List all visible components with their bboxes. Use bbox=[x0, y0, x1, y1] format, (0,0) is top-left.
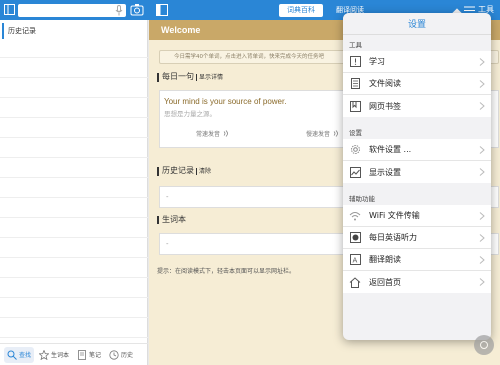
tab-notes-label: 笔记 bbox=[89, 352, 102, 359]
tools-list: 学习 文件阅读 网页书签 bbox=[343, 51, 491, 117]
menu-item-bookmarks[interactable]: 网页书签 bbox=[343, 95, 491, 117]
listening-icon bbox=[349, 232, 361, 244]
chevron-right-icon bbox=[479, 168, 485, 176]
clock-icon bbox=[109, 349, 119, 360]
section-header-tools: 工具 bbox=[349, 41, 362, 49]
quote-chinese: 思想是力量之源。 bbox=[164, 110, 216, 118]
menu-item-study[interactable]: 学习 bbox=[343, 51, 491, 73]
tab-history[interactable]: 历史 bbox=[106, 347, 136, 363]
display-icon bbox=[349, 166, 361, 178]
show-details-link[interactable]: 显示详情 bbox=[196, 74, 224, 81]
note-icon bbox=[78, 349, 86, 360]
sidebar-toggle-icon[interactable] bbox=[156, 4, 168, 16]
history-section-title: 历史记录 bbox=[162, 166, 194, 175]
star-icon bbox=[39, 349, 50, 360]
history-heading: 历史记录 bbox=[2, 23, 147, 39]
gear-icon bbox=[349, 144, 361, 156]
chevron-right-icon bbox=[479, 256, 485, 264]
menu-item-label: 软件设置 ... bbox=[369, 145, 412, 154]
home-icon bbox=[349, 276, 361, 288]
search-icon bbox=[7, 350, 17, 360]
menu-item-label: WiFi 文件传输 bbox=[369, 211, 420, 220]
chevron-right-icon bbox=[479, 278, 485, 286]
quote-english: Your mind is your source of power. bbox=[164, 97, 287, 106]
section-header-accessibility: 辅助功能 bbox=[349, 195, 375, 203]
microphone-icon[interactable] bbox=[115, 5, 123, 16]
menu-item-app-settings[interactable]: 软件设置 ... bbox=[343, 139, 491, 161]
menu-item-label: 每日英语听力 bbox=[369, 233, 417, 242]
bookmark-icon bbox=[349, 100, 361, 112]
tab-vocab-label: 生词本 bbox=[51, 352, 70, 359]
document-icon bbox=[349, 78, 361, 90]
daily-sentence-heading: 每日一句 显示详情 bbox=[157, 72, 224, 82]
menu-item-label: 显示设置 bbox=[369, 167, 401, 177]
menu-item-label: 网页书签 bbox=[369, 101, 401, 111]
speak-icon: A bbox=[349, 254, 361, 266]
accessibility-list: WiFi 文件传输 每日英语听力 A 翻译朗读 返回首页 bbox=[343, 205, 491, 293]
chevron-right-icon bbox=[479, 212, 485, 220]
chevron-right-icon bbox=[479, 234, 485, 242]
settings-list: 软件设置 ... 显示设置 bbox=[343, 139, 491, 183]
bottom-tabbar: 查找 生词本 笔记 历史 bbox=[0, 343, 148, 365]
menu-item-translate-read[interactable]: A 翻译朗读 bbox=[343, 249, 491, 271]
study-icon bbox=[349, 56, 361, 68]
popover-title: 设置 bbox=[343, 13, 491, 35]
tab-search-label: 查找 bbox=[19, 352, 32, 359]
chevron-right-icon bbox=[479, 102, 485, 110]
menu-item-label: 文件阅读 bbox=[369, 79, 401, 88]
wifi-icon bbox=[349, 210, 361, 222]
daily-sentence-title: 每日一句 bbox=[162, 72, 194, 81]
tab-history-label: 历史 bbox=[121, 352, 134, 359]
menu-toggle-icon[interactable] bbox=[4, 4, 15, 15]
chevron-right-icon bbox=[479, 146, 485, 154]
chevron-right-icon bbox=[479, 80, 485, 88]
menu-item-label: 学习 bbox=[369, 57, 385, 66]
slow-speed-button[interactable]: 慢速发音 bbox=[306, 129, 339, 138]
normal-speed-button[interactable]: 常速发音 bbox=[196, 129, 229, 138]
svg-text:A: A bbox=[352, 257, 357, 265]
section-header-settings: 设置 bbox=[349, 129, 362, 137]
history-section-heading: 历史记录 清除 bbox=[157, 166, 212, 176]
menu-item-label: 返回首页 bbox=[369, 277, 401, 287]
search-input[interactable] bbox=[18, 4, 126, 17]
menu-item-label: 翻译朗读 bbox=[369, 255, 401, 264]
tab-search[interactable]: 查找 bbox=[4, 346, 35, 363]
tab-notes[interactable]: 笔记 bbox=[74, 347, 104, 363]
chevron-right-icon bbox=[479, 58, 485, 66]
floating-action-button[interactable] bbox=[474, 335, 494, 355]
slow-speed-label: 慢速发音 bbox=[306, 131, 331, 138]
menu-item-file-reading[interactable]: 文件阅读 bbox=[343, 73, 491, 95]
clear-history-link[interactable]: 清除 bbox=[196, 168, 212, 175]
menu-item-display-settings[interactable]: 显示设置 bbox=[343, 161, 491, 183]
tab-dictionary[interactable]: 词典百科 bbox=[279, 4, 323, 17]
left-sidebar: 历史记录 查找 生词本 笔记 历史 bbox=[0, 20, 148, 365]
vocab-section-heading: 生词本 bbox=[157, 216, 186, 224]
tab-vocab[interactable]: 生词本 bbox=[36, 347, 72, 363]
speaker-icon bbox=[223, 130, 228, 137]
speaker-icon bbox=[333, 130, 338, 137]
reading-tip: 提示：在阅读模式下，轻击本页面可以显示网址栏。 bbox=[157, 268, 296, 275]
normal-speed-label: 常速发音 bbox=[196, 131, 221, 138]
settings-popover: 设置 工具 学习 文件阅读 网页书签 设置 软件设置 ... 显示设置 辅助功能… bbox=[343, 13, 491, 340]
menu-item-home[interactable]: 返回首页 bbox=[343, 271, 491, 293]
history-list bbox=[0, 38, 148, 338]
menu-item-wifi-transfer[interactable]: WiFi 文件传输 bbox=[343, 205, 491, 227]
camera-icon[interactable] bbox=[130, 3, 144, 16]
menu-item-daily-listening[interactable]: 每日英语听力 bbox=[343, 227, 491, 249]
